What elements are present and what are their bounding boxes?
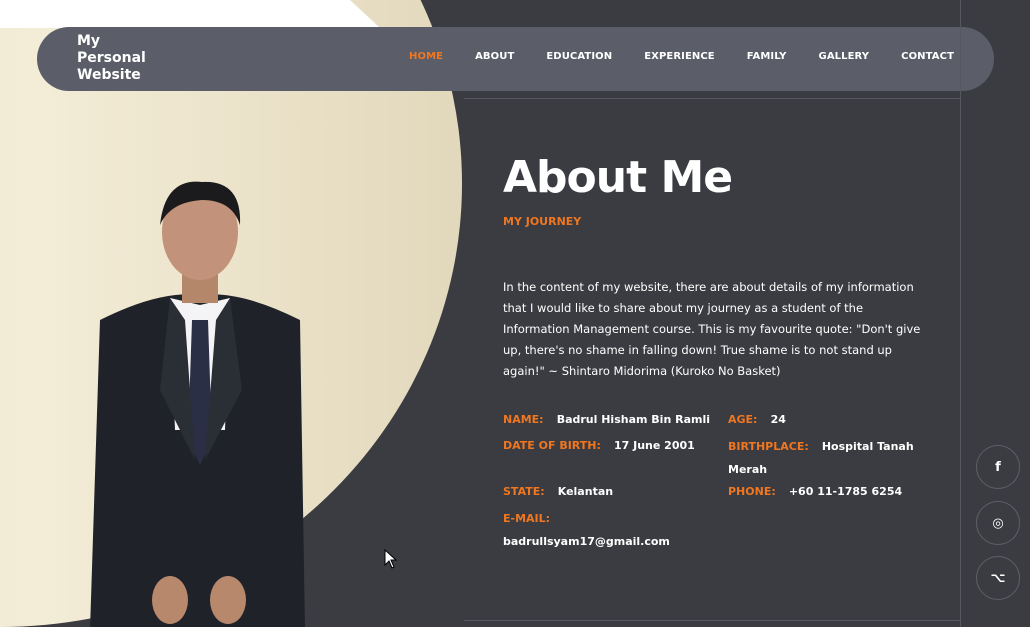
divider-vertical: [960, 0, 961, 627]
email-value: badrullsyam17@gmail.com: [503, 535, 670, 548]
instagram-button[interactable]: ◎: [976, 501, 1020, 545]
nav-gallery[interactable]: GALLERY: [819, 51, 870, 62]
info-dob: DATE OF BIRTH: 17 June 2001: [503, 434, 695, 453]
nav-contact[interactable]: CONTACT: [901, 51, 954, 62]
dob-value: 17 June 2001: [614, 439, 695, 452]
email-label: E-MAIL:: [503, 512, 551, 525]
dob-label: DATE OF BIRTH:: [503, 439, 601, 452]
birthplace-value-2: Merah: [728, 463, 768, 476]
nav-about[interactable]: ABOUT: [475, 51, 514, 62]
state-label: STATE:: [503, 485, 545, 498]
section-subtitle: MY JOURNEY: [503, 215, 582, 228]
info-phone: PHONE: +60 11-1785 6254: [728, 480, 902, 499]
intro-paragraph: In the content of my website, there are …: [503, 280, 921, 378]
info-name: NAME: Badrul Hisham Bin Ramli: [503, 408, 710, 427]
nav-experience[interactable]: EXPERIENCE: [644, 51, 715, 62]
phone-label: PHONE:: [728, 485, 776, 498]
instagram-icon: ◎: [992, 515, 1004, 531]
info-email: E-MAIL: badrullsyam17@gmail.com: [503, 506, 670, 552]
nav-links: HOME ABOUT EDUCATION EXPERIENCE FAMILY G…: [377, 51, 954, 62]
info-age: AGE: 24: [728, 408, 786, 427]
birthplace-label: BIRTHPLACE:: [728, 440, 809, 453]
info-state: STATE: Kelantan: [503, 480, 613, 499]
birthplace-value-1: Hospital Tanah: [821, 440, 914, 453]
github-icon: ⌥: [990, 570, 1006, 586]
info-birthplace: BIRTHPLACE: Hospital Tanah Merah: [728, 434, 914, 480]
white-corner-shape: [0, 0, 380, 28]
age-label: AGE:: [728, 413, 758, 426]
facebook-icon: f: [995, 459, 1001, 475]
github-button[interactable]: ⌥: [976, 556, 1020, 600]
nav-family[interactable]: FAMILY: [747, 51, 787, 62]
nav-home[interactable]: HOME: [409, 51, 443, 62]
page-title: About Me: [503, 152, 733, 203]
name-label: NAME:: [503, 413, 544, 426]
profile-photo-area: [0, 0, 462, 627]
divider-top: [464, 98, 960, 99]
brand-line-2: Personal: [77, 50, 146, 66]
phone-value: +60 11-1785 6254: [788, 485, 903, 498]
facebook-button[interactable]: f: [976, 445, 1020, 489]
nav-education[interactable]: EDUCATION: [546, 51, 612, 62]
age-value: 24: [770, 413, 786, 426]
divider-bottom: [464, 620, 960, 621]
name-value: Badrul Hisham Bin Ramli: [556, 413, 711, 426]
state-value: Kelantan: [557, 485, 614, 498]
profile-photo: [90, 181, 305, 627]
brand-line-1: My: [77, 33, 101, 49]
brand-line-3: Website: [77, 67, 141, 83]
site-logo[interactable]: My Personal Website: [77, 33, 177, 84]
navbar: My Personal Website HOME ABOUT EDUCATION…: [37, 27, 994, 91]
mouse-cursor-icon: [384, 549, 398, 569]
